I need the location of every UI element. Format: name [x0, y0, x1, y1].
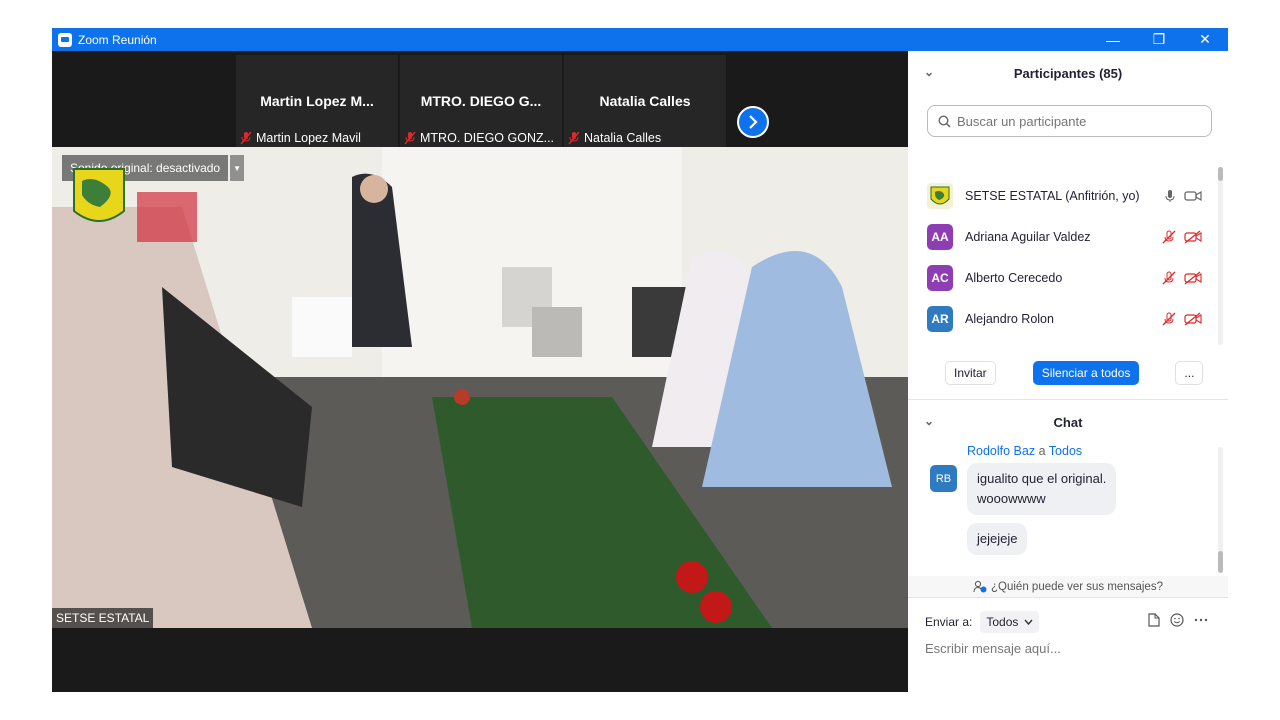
- scrollbar-thumb[interactable]: [1218, 551, 1223, 573]
- thumbnail-label-text: Natalia Calles: [584, 131, 662, 145]
- recipient-name[interactable]: Todos: [1049, 444, 1082, 458]
- participant-name: Alberto Cerecedo: [965, 270, 1063, 285]
- mic-muted-icon[interactable]: [1162, 312, 1176, 326]
- more-options-button[interactable]: ...: [1175, 361, 1204, 385]
- mic-muted-icon: [240, 131, 252, 145]
- video-camera-icon[interactable]: [1184, 190, 1202, 202]
- sender-name[interactable]: Rodolfo Baz: [967, 444, 1035, 458]
- mic-muted-icon[interactable]: [1162, 271, 1176, 285]
- thumbnail-display-name: Natalia Calles: [599, 93, 691, 109]
- chat-tools: [1148, 613, 1208, 627]
- participant-status: [1162, 311, 1202, 326]
- sender-connector: a: [1038, 444, 1046, 458]
- participant-status: [1164, 189, 1202, 203]
- thumbnail-display-name: MTRO. DIEGO G...: [420, 93, 542, 109]
- title-bar: Zoom Reunión — ❐ ✕: [52, 28, 1228, 51]
- chat-scrollbar[interactable]: [1218, 447, 1223, 573]
- participant-thumbnail[interactable]: MTRO. DIEGO G... MTRO. DIEGO GONZ...: [400, 55, 562, 147]
- chat-message-bubble[interactable]: igualito que el original. wooowwww: [967, 463, 1117, 515]
- recipient-dropdown[interactable]: Todos: [980, 611, 1040, 633]
- chat-message-input[interactable]: [925, 641, 1215, 656]
- video-area: Martin Lopez M... Martin Lopez Mavil MTR…: [52, 51, 908, 692]
- zoom-window: Zoom Reunión — ❐ ✕ Martin Lopez M... Mar…: [52, 28, 1228, 692]
- participants-list: SETSE ESTATAL (Anfitrión, yo) AA Adriana…: [908, 175, 1224, 341]
- participant-row[interactable]: AA Adriana Aguilar Valdez: [908, 216, 1224, 257]
- participants-scrollbar[interactable]: [1218, 167, 1223, 345]
- send-to-label: Enviar a:: [925, 615, 973, 629]
- active-speaker-video: Sonido original: desactivado ▼ SETSE EST…: [52, 147, 908, 628]
- search-input[interactable]: [957, 113, 1211, 129]
- zoom-logo-icon: [58, 32, 72, 47]
- video-off-icon[interactable]: [1184, 311, 1202, 326]
- thumbnail-display-name: Martin Lopez M...: [260, 93, 374, 109]
- chevron-down-icon[interactable]: ▼: [230, 155, 245, 181]
- side-panel: ⌄ Participantes (85) SETSE ESTATAL (Anfi…: [908, 51, 1228, 692]
- participant-thumbnail[interactable]: Martin Lopez M... Martin Lopez Mavil: [236, 55, 398, 147]
- thumbnail-label: MTRO. DIEGO GONZ...: [404, 131, 554, 145]
- scrollbar-thumb[interactable]: [1218, 167, 1223, 181]
- minimize-button[interactable]: —: [1090, 28, 1136, 51]
- who-can-see-link[interactable]: ¿Quién puede ver sus mensajes?: [908, 576, 1228, 598]
- participant-status: [1162, 229, 1202, 244]
- participant-name: Adriana Aguilar Valdez: [965, 229, 1091, 244]
- participant-thumbnail[interactable]: Natalia Calles Natalia Calles: [564, 55, 726, 147]
- mute-all-button[interactable]: Silenciar a todos: [1032, 361, 1140, 385]
- message-sender-line: Rodolfo Baz a Todos: [967, 444, 1082, 458]
- more-icon[interactable]: [1194, 618, 1208, 622]
- participant-status: [1162, 270, 1202, 285]
- chat-header: ⌄ Chat: [908, 399, 1228, 444]
- avatar: AR: [927, 305, 953, 332]
- mic-icon[interactable]: [1164, 189, 1176, 203]
- participant-name: Alejandro Rolon: [965, 311, 1054, 326]
- emoji-icon[interactable]: [1170, 613, 1184, 627]
- speaker-name-badge: SETSE ESTATAL: [52, 608, 154, 628]
- avatar: AA: [927, 223, 953, 250]
- thumbnail-label-text: MTRO. DIEGO GONZ...: [420, 131, 555, 145]
- chevron-down-icon: [1024, 619, 1033, 625]
- mic-muted-icon[interactable]: [1162, 230, 1176, 244]
- participant-search[interactable]: [927, 105, 1212, 137]
- avatar: RB: [930, 465, 957, 492]
- search-icon: [938, 114, 951, 128]
- next-page-button[interactable]: [737, 106, 769, 138]
- window-title: Zoom Reunión: [78, 32, 157, 47]
- file-icon[interactable]: [1148, 613, 1160, 627]
- thumbnail-label-text: Martin Lopez Mavil: [256, 131, 361, 145]
- chat-title: Chat: [1053, 414, 1083, 430]
- send-to-row: Enviar a: Todos: [925, 611, 1040, 633]
- video-off-icon[interactable]: [1184, 270, 1202, 285]
- chat-header-bar: ⌄ Chat: [908, 400, 1228, 444]
- video-off-icon[interactable]: [1184, 229, 1202, 244]
- collapse-chevron-icon[interactable]: ⌄: [924, 65, 934, 79]
- chat-messages: Rodolfo Baz a Todos RB igualito que el o…: [908, 443, 1224, 571]
- meeting-room-scene: [52, 147, 908, 628]
- restore-button[interactable]: ❐: [1136, 28, 1182, 51]
- collapse-chevron-icon[interactable]: ⌄: [924, 414, 934, 428]
- thumbnail-label: Natalia Calles: [568, 131, 661, 145]
- who-can-see-text: ¿Quién puede ver sus mensajes?: [991, 580, 1163, 593]
- invite-button[interactable]: Invitar: [945, 361, 996, 385]
- participant-row[interactable]: AC Alberto Cerecedo: [908, 257, 1224, 298]
- participant-row[interactable]: SETSE ESTATAL (Anfitrión, yo): [908, 175, 1224, 216]
- mic-muted-icon: [404, 131, 416, 145]
- close-button[interactable]: ✕: [1182, 28, 1228, 51]
- participants-title: Participantes (85): [1013, 65, 1123, 81]
- union-logo: [73, 168, 125, 222]
- video-bottom-bar: [52, 628, 908, 692]
- thumbnail-strip: Martin Lopez M... Martin Lopez Mavil MTR…: [236, 55, 726, 147]
- participant-name: SETSE ESTATAL (Anfitrión, yo): [965, 188, 1140, 203]
- avatar: AC: [927, 264, 953, 291]
- chat-message-bubble[interactable]: jejejeje: [967, 523, 1028, 555]
- mic-muted-icon: [568, 131, 580, 145]
- person-info-icon: [973, 580, 987, 593]
- thumbnail-label: Martin Lopez Mavil: [240, 131, 361, 145]
- setse-avatar: [927, 182, 953, 209]
- participants-header: ⌄ Participantes (85): [908, 51, 1228, 95]
- participants-actions: Invitar Silenciar a todos ...: [908, 361, 1228, 385]
- participant-row[interactable]: AR Alejandro Rolon: [908, 298, 1224, 339]
- chevron-right-icon: [749, 115, 758, 129]
- recipient-selected: Todos: [986, 615, 1019, 629]
